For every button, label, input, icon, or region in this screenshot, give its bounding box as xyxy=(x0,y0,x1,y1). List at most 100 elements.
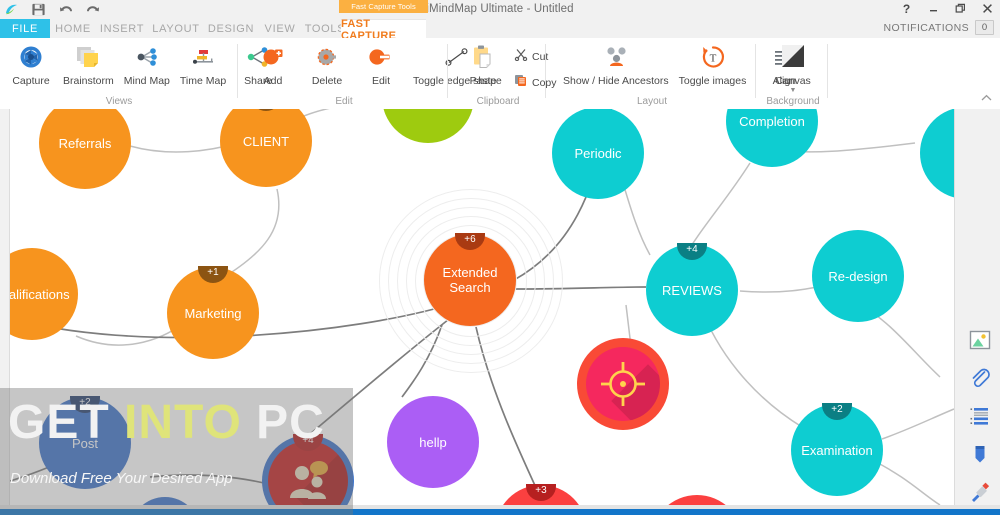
node-extended-search-label: Extended Search xyxy=(442,265,498,295)
node-reviews-count-badge[interactable]: +4 xyxy=(677,243,707,260)
chevron-down-icon[interactable]: ▼ xyxy=(790,87,797,94)
ancestors-icon xyxy=(599,42,633,72)
add-button-label: Add xyxy=(263,75,283,87)
context-tab-group-label: Fast Capture Tools xyxy=(351,2,416,11)
capture-button[interactable]: Capture xyxy=(4,40,58,87)
ribbon-group-clipboard-label: Clipboard xyxy=(476,96,520,107)
ribbon-group-separator xyxy=(447,44,448,98)
show-hide-ancestors-button[interactable]: Show / Hide Ancestors xyxy=(558,40,674,87)
imindmap-application-window: iMindMap Ultimate - Untitled ? NOTIFICAT… xyxy=(0,0,1000,515)
help-icon[interactable]: ? xyxy=(900,2,913,15)
edit-button-label: Edit xyxy=(371,75,391,87)
window-title: iMindMap Ultimate - Untitled xyxy=(426,3,574,15)
node-extended-search-count-badge[interactable]: +6 xyxy=(455,233,485,250)
node-qualifications-label: qualifications xyxy=(9,286,70,302)
minimize-icon[interactable] xyxy=(927,2,940,15)
tab-layout[interactable]: LAYOUT xyxy=(148,19,204,38)
watermark-overlay: GET INTO PC Download Free Your Desired A… xyxy=(0,388,353,515)
insert-image-icon[interactable] xyxy=(966,326,994,354)
tab-fast-capture[interactable]: FAST CAPTURE xyxy=(341,18,426,42)
node-client-label: CLIENT xyxy=(242,133,290,149)
node-examination-label: Examination xyxy=(801,442,873,458)
ribbon-group-separator xyxy=(755,44,756,98)
toggle-images-icon: T xyxy=(700,42,726,72)
delete-button[interactable]: Delete xyxy=(300,40,354,87)
scissors-icon xyxy=(514,47,528,66)
mind-map-icon xyxy=(133,42,161,72)
ribbon-group-clipboard: Paste Cut Clipboard xyxy=(450,38,557,109)
node-hellp[interactable]: hellp xyxy=(387,396,479,488)
canvas-button[interactable]: Canvas ▼ xyxy=(766,40,820,94)
copy-pages-icon xyxy=(514,73,528,92)
ribbon-group-separator xyxy=(237,44,238,98)
node-hellp-label: hellp xyxy=(419,434,447,450)
paintbrush-icon[interactable] xyxy=(966,478,994,506)
sticky-notes-icon xyxy=(75,42,102,72)
time-map-button-label: Time Map xyxy=(179,75,227,87)
edit-circle-icon xyxy=(367,42,395,72)
node-network-label: ne xyxy=(953,146,954,161)
canvas-triangle-icon xyxy=(778,42,808,72)
node-marketing[interactable]: Marketing +1 xyxy=(167,266,259,359)
ribbon-group-views-label: Views xyxy=(105,96,133,107)
tab-design[interactable]: DESIGN xyxy=(204,19,258,38)
ribbon: Capture Brainstorm Mind Map Time Map Sha… xyxy=(0,38,1000,110)
node-reviews[interactable]: REVIEWS +4 xyxy=(646,243,738,336)
ribbon-group-views: Capture Brainstorm Mind Map Time Map Sha… xyxy=(0,38,272,109)
node-reviews-label: REVIEWS xyxy=(662,282,722,298)
brainstorm-button[interactable]: Brainstorm xyxy=(58,40,119,87)
node-target[interactable] xyxy=(577,338,669,430)
toggle-images-button-label: Toggle images xyxy=(678,75,747,87)
ribbon-group-layout-label: Layout xyxy=(636,96,668,107)
node-periodic-label: Periodic xyxy=(574,145,622,161)
ribbon-group-edit-label: Edit xyxy=(335,96,353,107)
node-red-lower-left-count-badge[interactable]: +3 xyxy=(526,484,556,501)
watermark-pc: PC xyxy=(256,396,325,449)
add-button[interactable]: Add xyxy=(246,40,300,87)
paste-button-label: Paste xyxy=(469,75,497,87)
toggle-images-button[interactable]: T Toggle images xyxy=(674,40,752,87)
tab-file[interactable]: FILE xyxy=(0,19,50,38)
right-tool-rail xyxy=(960,218,1000,515)
ribbon-group-separator xyxy=(545,44,546,98)
collapse-ribbon-icon[interactable] xyxy=(981,94,992,105)
brainstorm-button-label: Brainstorm xyxy=(63,75,114,87)
node-extended-search[interactable]: Extended Search +6 xyxy=(424,233,516,326)
ribbon-group-separator xyxy=(827,44,828,98)
time-map-icon xyxy=(189,42,217,72)
node-marketing-count-badge[interactable]: +1 xyxy=(198,266,228,283)
ribbon-group-layout: Show / Hide Ancestors T Toggle images Al… xyxy=(548,38,796,109)
node-examination[interactable]: Examination +2 xyxy=(791,403,883,496)
capture-button-label: Capture xyxy=(12,75,50,87)
time-map-button[interactable]: Time Map xyxy=(175,40,231,87)
node-re-design-label: Re-design xyxy=(828,268,888,284)
delete-circle-icon xyxy=(314,42,340,72)
window-controls: ? xyxy=(900,2,994,15)
node-client-count-badge[interactable]: +6 xyxy=(251,109,281,111)
canvas-button-label: Canvas xyxy=(775,75,811,87)
clipboard-paste-icon xyxy=(470,42,496,72)
edit-button[interactable]: Edit xyxy=(354,40,408,87)
mind-map-button-label: Mind Map xyxy=(123,75,170,87)
mind-map-button[interactable]: Mind Map xyxy=(119,40,175,87)
add-circle-icon xyxy=(260,42,286,72)
restore-icon[interactable] xyxy=(954,2,967,15)
paste-button[interactable]: Paste xyxy=(456,40,510,87)
ribbon-tab-bar: FILE HOME INSERT LAYOUT DESIGN VIEW TOOLS FAST … xyxy=(0,18,1000,42)
context-tab-group-header: Fast Capture Tools xyxy=(339,0,428,13)
tab-view[interactable]: VIEW xyxy=(258,19,302,38)
tab-layout-label: LAYOUT xyxy=(152,22,200,35)
notes-list-icon[interactable] xyxy=(966,402,994,430)
camera-aperture-icon xyxy=(18,42,44,72)
tab-home[interactable]: HOME xyxy=(50,19,96,38)
tab-insert[interactable]: INSERT xyxy=(96,19,148,38)
tab-insert-label: INSERT xyxy=(99,22,145,35)
close-icon[interactable] xyxy=(981,2,994,15)
node-periodic[interactable]: Periodic xyxy=(552,109,644,199)
tag-label-icon[interactable] xyxy=(966,440,994,468)
attachment-clip-icon[interactable] xyxy=(966,364,994,392)
node-re-design[interactable]: Re-design xyxy=(812,230,904,322)
tab-home-label: HOME xyxy=(55,22,91,35)
watermark-into: INTO xyxy=(124,396,257,449)
node-examination-count-badge[interactable]: +2 xyxy=(822,403,852,420)
